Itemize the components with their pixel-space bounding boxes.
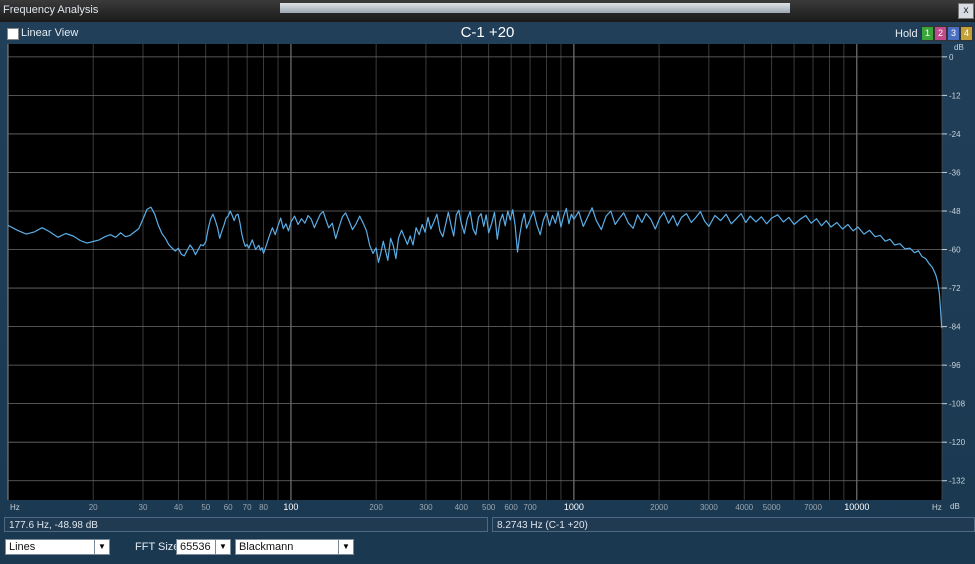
- plot-title: C-1 +20: [460, 24, 515, 41]
- db-tick-label: -72: [949, 284, 961, 293]
- chevron-down-icon[interactable]: ▼: [338, 540, 353, 554]
- hz-tick-label: 7000: [804, 503, 822, 512]
- hz-tick-label: 60: [224, 503, 233, 512]
- hz-tick-label: 50: [201, 503, 210, 512]
- db-tick-label: -84: [949, 323, 961, 332]
- hz-tick-label: 30: [139, 503, 148, 512]
- spectrum-plot-area[interactable]: 0 -12 -24 -36 -48 -60 -72 -84 -96 -108 -120 -132 20…: [0, 43, 975, 538]
- hold-button-4[interactable]: 4: [960, 26, 973, 41]
- plot-toolbar: Linear View C-1 +20 Hold 1234: [0, 22, 975, 44]
- hold-button-3[interactable]: 3: [947, 26, 960, 41]
- fft-size-select[interactable]: 65536 ▼: [176, 539, 231, 555]
- db-tick-label: -48: [949, 207, 961, 216]
- db-tick-label: -108: [949, 400, 966, 409]
- hz-axis-unit-left: Hz: [10, 503, 20, 512]
- fft-size-value: 65536: [180, 541, 211, 553]
- chevron-down-icon[interactable]: ▼: [94, 540, 109, 554]
- title-bar: Frequency Analysis x: [0, 0, 975, 23]
- chevron-down-icon[interactable]: ▼: [215, 540, 230, 554]
- hz-tick-label: 600: [504, 503, 518, 512]
- db-tick-label: -60: [949, 246, 961, 255]
- close-button[interactable]: x: [958, 3, 974, 19]
- db-axis-unit-top: dB: [954, 44, 964, 52]
- hz-tick-label: 5000: [763, 503, 781, 512]
- db-axis-unit-bottom: dB: [950, 502, 960, 511]
- hz-tick-label: 700: [523, 503, 537, 512]
- hz-tick-label: 10000: [844, 502, 869, 512]
- window-function-select[interactable]: Blackmann ▼: [235, 539, 354, 555]
- plot-background: [8, 44, 942, 500]
- db-tick-label: -120: [949, 438, 966, 447]
- hz-tick-label: 80: [259, 503, 268, 512]
- hold-button-2[interactable]: 2: [934, 26, 947, 41]
- db-tick-label: -12: [949, 91, 961, 100]
- hz-tick-label: 20: [89, 503, 98, 512]
- hz-tick-label: 300: [419, 503, 433, 512]
- hz-tick-label: 70: [243, 503, 252, 512]
- window-function-value: Blackmann: [239, 541, 294, 553]
- hz-tick-label: 40: [174, 503, 183, 512]
- hz-axis-unit-right: Hz: [932, 503, 942, 512]
- spectrum-chart[interactable]: 0 -12 -24 -36 -48 -60 -72 -84 -96 -108 -120 -132 20…: [0, 43, 975, 518]
- db-tick-label: -36: [949, 168, 961, 177]
- title-bar-highlight: [280, 3, 790, 13]
- hz-tick-label: 100: [283, 502, 298, 512]
- analysis-panel: Linear View C-1 +20 Hold 1234 0 -12 -24 -36…: [0, 22, 975, 564]
- db-tick-label: 0: [949, 53, 954, 62]
- hz-tick-label: 1000: [564, 502, 584, 512]
- bottom-controls-edge: [0, 559, 975, 564]
- note-readout: 8.2743 Hz (C-1 +20): [492, 517, 975, 532]
- db-tick-label: -132: [949, 477, 966, 486]
- hz-tick-label: 200: [369, 503, 383, 512]
- hz-tick-label: 4000: [735, 503, 753, 512]
- db-tick-label: -24: [949, 130, 961, 139]
- hold-button-1[interactable]: 1: [921, 26, 934, 41]
- cursor-readout: 177.6 Hz, -48.98 dB: [4, 517, 488, 532]
- display-mode-select[interactable]: Lines ▼: [5, 539, 110, 555]
- hz-tick-label: 400: [455, 503, 469, 512]
- fft-size-label: FFT Size: [135, 541, 180, 553]
- hz-tick-label: 500: [482, 503, 496, 512]
- hz-tick-label: 3000: [700, 503, 718, 512]
- db-tick-label: -96: [949, 361, 961, 370]
- display-mode-value: Lines: [9, 541, 36, 553]
- hold-label: Hold: [895, 28, 918, 40]
- window-title: Frequency Analysis: [3, 4, 99, 16]
- hz-tick-label: 2000: [650, 503, 668, 512]
